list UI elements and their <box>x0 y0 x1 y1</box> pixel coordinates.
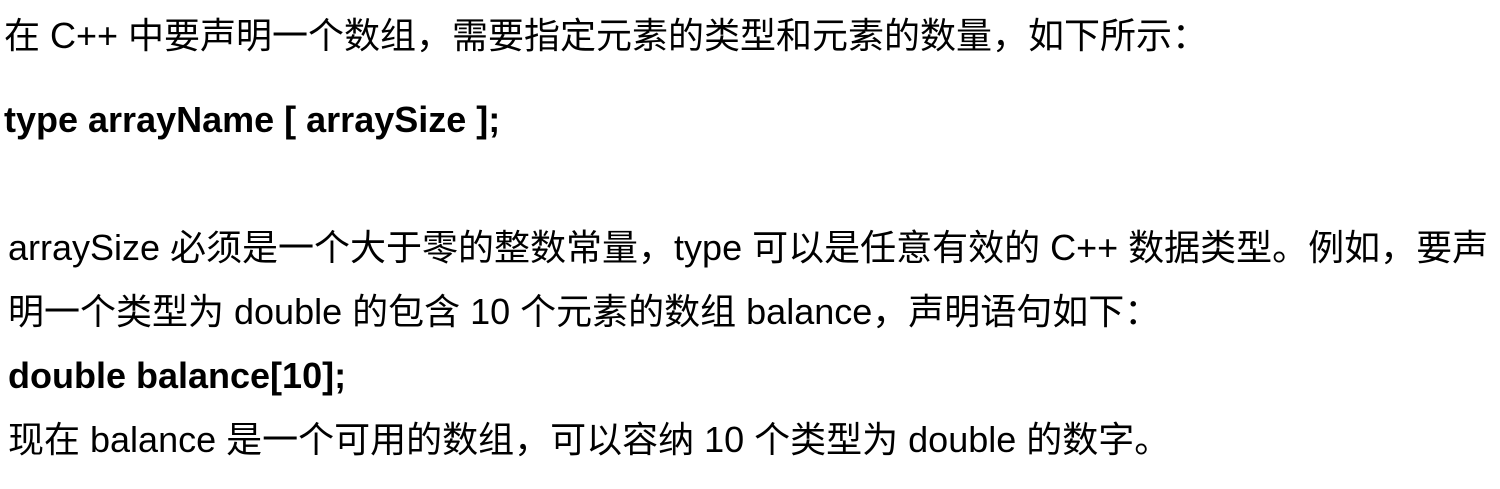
syntax-declaration: type arrayName [ arraySize ]; <box>4 99 501 140</box>
example-code: double balance[10]; <box>8 355 347 396</box>
conclusion-paragraph: 现在 balance 是一个可用的数组，可以容纳 10 个类型为 double … <box>8 419 1171 460</box>
explanation-paragraph-line-1: arraySize 必须是一个大于零的整数常量，type 可以是任意有效的 C+… <box>8 227 1489 268</box>
explanation-paragraph-line-2: 明一个类型为 double 的包含 10 个元素的数组 balance，声明语句… <box>8 291 1161 332</box>
intro-paragraph: 在 C++ 中要声明一个数组，需要指定元素的类型和元素的数量，如下所示： <box>4 15 1209 56</box>
